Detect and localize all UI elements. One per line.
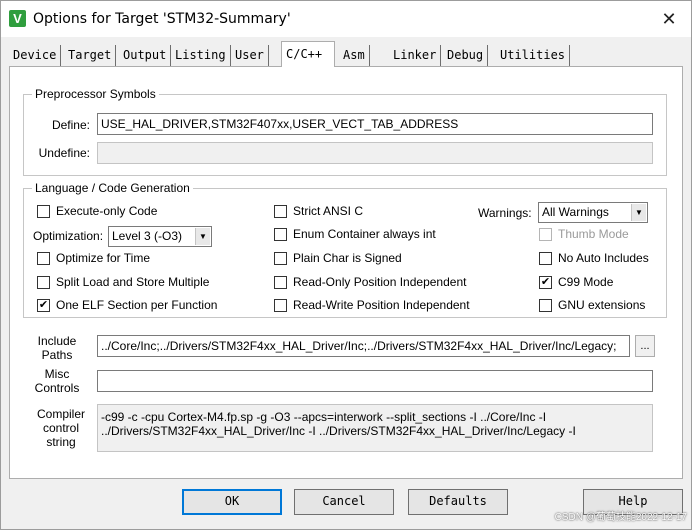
enum-container-label: Enum Container always int	[293, 227, 436, 241]
tab-target[interactable]: Target	[64, 45, 117, 66]
compiler-control-line1: -c99 -c -cpu Cortex-M4.fp.sp -g -O3 --ap…	[101, 410, 547, 424]
chevron-down-icon: ▼	[195, 228, 210, 245]
c99-mode-checkbox[interactable]: ✔	[539, 276, 552, 289]
no-auto-includes-label: No Auto Includes	[558, 251, 649, 265]
compiler-control-label: Compiler control string	[30, 407, 92, 449]
one-elf-section-checkbox[interactable]: ✔	[37, 299, 50, 312]
c99-mode-label: C99 Mode	[558, 275, 614, 289]
cc-tab-panel: Preprocessor Symbols Define: USE_HAL_DRI…	[9, 66, 683, 479]
misc-controls-input[interactable]	[97, 370, 653, 392]
undefine-label: Undefine:	[38, 146, 90, 160]
keil-uvision-icon: V	[9, 10, 26, 27]
plain-char-checkbox[interactable]	[274, 252, 287, 265]
undefine-input[interactable]	[97, 142, 653, 164]
preprocessor-group: Preprocessor Symbols Define: USE_HAL_DRI…	[23, 87, 667, 176]
include-paths-label: Include Paths	[30, 334, 84, 362]
tab-debug[interactable]: Debug	[443, 45, 489, 66]
tab-utilities[interactable]: Utilities	[496, 45, 571, 66]
codegen-group: Language / Code Generation Execute-only …	[23, 181, 667, 318]
tab-linker[interactable]: Linker	[389, 45, 442, 66]
include-paths-input[interactable]: ../Core/Inc;../Drivers/STM32F4xx_HAL_Dri…	[97, 335, 630, 357]
one-elf-section-label: One ELF Section per Function	[56, 298, 218, 312]
optimization-select[interactable]: Level 3 (-O3) ▼	[108, 226, 212, 247]
chevron-down-icon: ▼	[631, 204, 646, 221]
no-auto-includes-checkbox[interactable]	[539, 252, 552, 265]
optimize-time-checkbox[interactable]	[37, 252, 50, 265]
include-paths-browse-button[interactable]: ...	[635, 335, 655, 357]
ro-position-checkbox[interactable]	[274, 276, 287, 289]
misc-controls-label-line2: Controls	[34, 381, 80, 395]
rw-position-checkbox[interactable]	[274, 299, 287, 312]
codegen-group-title: Language / Code Generation	[32, 181, 193, 195]
options-dialog: V Options for Target 'STM32-Summary' ✕ D…	[0, 0, 692, 530]
compiler-control-label-line1: Compiler	[36, 407, 85, 421]
warnings-select[interactable]: All Warnings ▼	[538, 202, 648, 223]
split-load-store-label: Split Load and Store Multiple	[56, 275, 210, 289]
ok-button[interactable]: OK	[182, 489, 282, 515]
compiler-control-label-line3: string	[46, 435, 76, 449]
tab-user[interactable]: User	[231, 45, 269, 66]
tab-output[interactable]: Output	[119, 45, 172, 66]
warnings-label: Warnings:	[478, 206, 532, 220]
close-icon[interactable]: ✕	[647, 1, 691, 37]
enum-container-checkbox[interactable]	[274, 228, 287, 241]
rw-position-label: Read-Write Position Independent	[293, 298, 470, 312]
defaults-button[interactable]: Defaults	[408, 489, 508, 515]
execute-only-checkbox[interactable]	[37, 205, 50, 218]
tab-asm[interactable]: Asm	[339, 45, 370, 66]
tab-cc[interactable]: C/C++	[281, 41, 335, 67]
thumb-mode-label: Thumb Mode	[558, 227, 629, 241]
tab-device[interactable]: Device	[9, 45, 62, 66]
execute-only-label: Execute-only Code	[56, 204, 158, 218]
thumb-mode-checkbox	[539, 228, 552, 241]
title-bar: V Options for Target 'STM32-Summary' ✕	[1, 1, 691, 37]
include-paths-label-line2: Paths	[41, 348, 73, 362]
gnu-extensions-label: GNU extensions	[558, 298, 646, 312]
gnu-extensions-checkbox[interactable]	[539, 299, 552, 312]
optimization-label: Optimization:	[33, 229, 104, 243]
compiler-control-string: -c99 -c -cpu Cortex-M4.fp.sp -g -O3 --ap…	[97, 404, 653, 452]
optimization-value: Level 3 (-O3)	[112, 229, 183, 243]
strict-ansi-checkbox[interactable]	[274, 205, 287, 218]
compiler-control-line2: ../Drivers/STM32F4xx_HAL_Driver/Inc -I .…	[101, 424, 576, 438]
define-input[interactable]: USE_HAL_DRIVER,STM32F407xx,USER_VECT_TAB…	[97, 113, 653, 135]
compiler-control-label-line2: control	[42, 421, 80, 435]
cancel-button[interactable]: Cancel	[294, 489, 394, 515]
watermark: CSDN @葡萄技能2022-12-17	[554, 512, 687, 523]
window-title: Options for Target 'STM32-Summary'	[33, 11, 291, 27]
define-label: Define:	[51, 118, 90, 132]
include-paths-label-line1: Include	[37, 334, 77, 348]
warnings-value: All Warnings	[542, 205, 609, 219]
plain-char-label: Plain Char is Signed	[293, 251, 402, 265]
tab-listing[interactable]: Listing	[171, 45, 231, 66]
misc-controls-label-line1: Misc	[44, 367, 70, 381]
misc-controls-label: Misc Controls	[30, 367, 84, 395]
preprocessor-group-title: Preprocessor Symbols	[32, 87, 159, 101]
strict-ansi-label: Strict ANSI C	[293, 204, 364, 218]
split-load-store-checkbox[interactable]	[37, 276, 50, 289]
ro-position-label: Read-Only Position Independent	[293, 275, 467, 289]
optimize-time-label: Optimize for Time	[56, 251, 151, 265]
